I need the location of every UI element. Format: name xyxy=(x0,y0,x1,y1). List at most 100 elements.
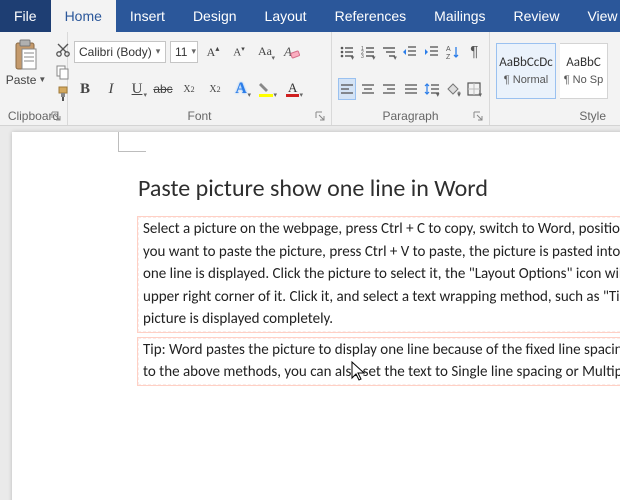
svg-text:Z: Z xyxy=(446,54,451,60)
line-spacing-button[interactable]: ▾ xyxy=(423,78,440,100)
chevron-down-icon: ▾ xyxy=(191,46,196,57)
chevron-down-icon: ▾ xyxy=(156,46,161,57)
grow-font-icon: A▴ xyxy=(207,44,220,60)
clear-formatting-button[interactable]: A xyxy=(280,41,302,63)
clipboard-launcher[interactable] xyxy=(49,109,63,123)
chevron-down-icon: ▾ xyxy=(271,54,275,62)
font-launcher[interactable] xyxy=(313,109,327,123)
group-paragraph-label: Paragraph xyxy=(382,109,438,123)
superscript-button[interactable]: X2 xyxy=(204,78,226,100)
align-right-button[interactable] xyxy=(381,78,398,100)
group-paragraph: ▾ 1 2 3 ▾ ▾ xyxy=(332,32,490,125)
tab-mailings[interactable]: Mailings xyxy=(420,0,499,32)
menu-bar: File Home Insert Design Layout Reference… xyxy=(0,0,620,32)
document-paragraph-1[interactable]: Select a picture on the webpage, press C… xyxy=(138,217,620,332)
paste-label: Paste xyxy=(6,73,37,87)
launcher-icon xyxy=(51,111,61,121)
chevron-down-icon: ▾ xyxy=(247,91,251,99)
launcher-icon xyxy=(315,111,325,121)
ribbon: Paste ▼ xyxy=(0,32,620,126)
pilcrow-icon: ¶ xyxy=(470,43,478,60)
sort-icon: A Z xyxy=(445,44,461,60)
group-styles: AaBbCcDc ¶ Normal AaBbC ¶ No Sp Style xyxy=(490,32,620,125)
paragraph-launcher[interactable] xyxy=(471,109,485,123)
increase-indent-icon xyxy=(424,44,440,60)
increase-indent-button[interactable] xyxy=(423,41,440,63)
bold-button[interactable]: B xyxy=(74,78,96,100)
style-nospacing-preview: AaBbC xyxy=(566,55,601,70)
svg-text:A: A xyxy=(288,80,298,95)
multilevel-list-button[interactable]: ▾ xyxy=(381,41,398,63)
text-effects-icon: A xyxy=(235,80,247,98)
decrease-indent-icon xyxy=(402,44,418,60)
clear-format-icon: A xyxy=(282,43,300,61)
decrease-indent-button[interactable] xyxy=(402,41,419,63)
change-case-button[interactable]: Aa ▾ xyxy=(254,41,276,63)
font-family-value: Calibri (Body) xyxy=(79,45,152,59)
chevron-down-icon: ▾ xyxy=(393,54,397,62)
chevron-down-icon: ▾ xyxy=(299,91,303,99)
document-canvas[interactable]: Paste picture show one line in Word Sele… xyxy=(0,126,620,500)
shading-button[interactable]: ▾ xyxy=(445,78,462,100)
align-left-button[interactable] xyxy=(338,78,356,100)
change-case-icon: Aa xyxy=(258,44,272,59)
paste-icon xyxy=(12,39,40,71)
strikethrough-button[interactable]: abc xyxy=(152,78,174,100)
tab-layout[interactable]: Layout xyxy=(251,0,321,32)
font-color-button[interactable]: A ▾ xyxy=(282,78,304,100)
chevron-down-icon: ▾ xyxy=(273,91,277,99)
tab-references[interactable]: References xyxy=(321,0,421,32)
group-clipboard: Paste ▼ xyxy=(0,32,68,125)
underline-button[interactable]: U▾ xyxy=(126,78,148,100)
tab-file[interactable]: File xyxy=(0,0,51,32)
font-size-select[interactable]: 11 ▾ xyxy=(170,41,198,63)
grow-font-button[interactable]: A▴ xyxy=(202,41,224,63)
numbering-button[interactable]: 1 2 3 ▾ xyxy=(359,41,376,63)
svg-text:3: 3 xyxy=(361,54,364,60)
tab-home[interactable]: Home xyxy=(51,0,116,32)
tab-insert[interactable]: Insert xyxy=(116,0,179,32)
show-hide-marks-button[interactable]: ¶ xyxy=(466,41,483,63)
text-effects-button[interactable]: A ▾ xyxy=(230,78,252,100)
justify-button[interactable] xyxy=(402,78,419,100)
highlight-button[interactable]: ▾ xyxy=(256,78,278,100)
svg-text:A: A xyxy=(446,46,451,53)
chevron-down-icon: ▾ xyxy=(143,91,147,99)
tab-design[interactable]: Design xyxy=(179,0,251,32)
shrink-font-button[interactable]: A▾ xyxy=(228,41,250,63)
chevron-down-icon: ▾ xyxy=(457,91,461,99)
font-family-select[interactable]: Calibri (Body) ▾ xyxy=(74,41,166,63)
chevron-down-icon: ▾ xyxy=(436,91,440,99)
style-nospacing-label: ¶ No Sp xyxy=(564,74,604,86)
paste-button[interactable]: Paste ▼ xyxy=(6,39,46,87)
align-right-icon xyxy=(382,82,396,96)
launcher-icon xyxy=(473,111,483,121)
shrink-font-icon: A▾ xyxy=(233,45,244,59)
style-normal-preview: AaBbCcDc xyxy=(499,55,553,70)
group-font-label: Font xyxy=(187,109,211,123)
document-paragraph-2[interactable]: Tip: Word pastes the picture to display … xyxy=(138,338,620,385)
chevron-down-icon: ▾ xyxy=(372,54,376,62)
font-size-value: 11 xyxy=(175,45,187,59)
align-center-icon xyxy=(361,82,375,96)
subscript-button[interactable]: X2 xyxy=(178,78,200,100)
group-font: Calibri (Body) ▾ 11 ▾ A▴ A▾ Aa ▾ xyxy=(68,32,332,125)
page-margin-indicator xyxy=(118,132,146,152)
bullets-button[interactable]: ▾ xyxy=(338,41,355,63)
justify-icon xyxy=(404,82,418,96)
align-center-button[interactable] xyxy=(360,78,377,100)
align-left-icon xyxy=(340,82,354,96)
sort-button[interactable]: A Z xyxy=(444,41,461,63)
chevron-down-icon: ▾ xyxy=(478,91,482,99)
style-normal[interactable]: AaBbCcDc ¶ Normal xyxy=(496,43,556,99)
chevron-down-icon: ▾ xyxy=(351,54,355,62)
svg-text:A: A xyxy=(283,44,292,59)
tab-review[interactable]: Review xyxy=(500,0,574,32)
style-normal-label: ¶ Normal xyxy=(504,74,548,86)
document-title[interactable]: Paste picture show one line in Word xyxy=(138,174,620,203)
italic-button[interactable]: I xyxy=(100,78,122,100)
style-nospacing[interactable]: AaBbC ¶ No Sp xyxy=(560,43,608,99)
chevron-down-icon: ▼ xyxy=(38,75,46,84)
tab-view[interactable]: View xyxy=(573,0,620,32)
borders-button[interactable]: ▾ xyxy=(466,78,483,100)
